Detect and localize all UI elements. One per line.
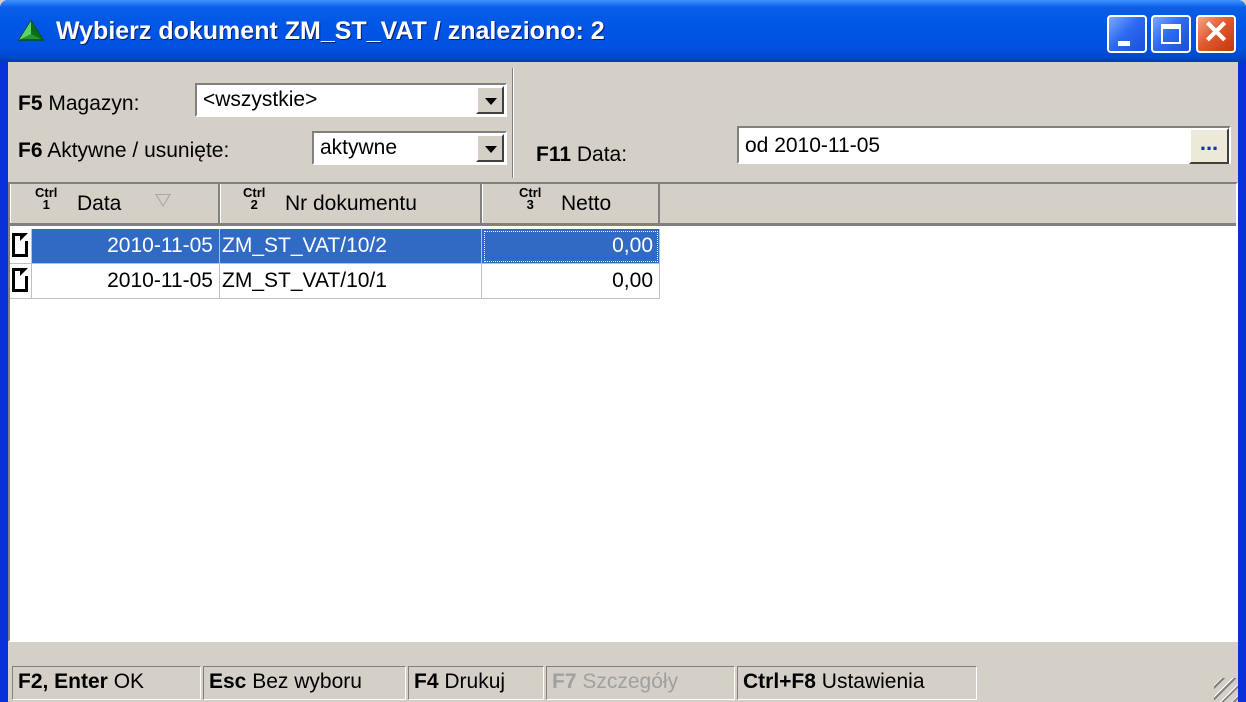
aktywne-shortcut: F6 [18, 139, 43, 162]
column-shortcut-2: Ctrl 2 [243, 185, 266, 212]
close-button[interactable]: ✕ [1196, 14, 1236, 53]
chevron-down-icon [485, 146, 497, 153]
aktywne-dropdown-button[interactable] [476, 134, 504, 162]
document-icon [12, 268, 28, 292]
magazyn-label-text: Magazyn: [48, 92, 140, 115]
cell-date[interactable]: 2010-11-05 [32, 229, 220, 264]
aktywne-label: F6 Aktywne / usunięte: [18, 138, 229, 164]
maximize-button[interactable] [1151, 15, 1191, 53]
column-label-number: Nr dokumentu [285, 192, 417, 215]
ok-shortcut-button[interactable]: F2, Enter OK [12, 666, 201, 700]
client-area: F5 Magazyn: <wszystkie> F6 Aktywne / usu… [8, 62, 1238, 702]
date-range-field[interactable]: od 2010-11-05 [737, 126, 1231, 164]
status-bar: F2, Enter OK Esc Bez wyboru F4 Drukuj F7… [8, 664, 1238, 702]
aktywne-value: aktywne [320, 136, 398, 159]
magazyn-shortcut: F5 [18, 92, 43, 115]
cell-number[interactable]: ZM_ST_VAT/10/2 [220, 229, 482, 264]
magazyn-combo[interactable]: <wszystkie> [195, 83, 507, 117]
filter-divider [512, 68, 514, 178]
settings-shortcut-button[interactable]: Ctrl+F8 Ustawienia [737, 666, 977, 700]
chevron-down-icon [485, 98, 497, 105]
magazyn-dropdown-button[interactable] [476, 86, 504, 114]
documents-grid[interactable]: Ctrl 1 Data Ctrl 2 Nr dokumentu Ctrl 3 Nett… [8, 182, 1238, 642]
row-icon-cell [10, 264, 32, 299]
data-label: F11 Data: [536, 142, 627, 168]
document-icon [12, 233, 28, 257]
dialog-window: Wybierz dokument ZM_ST_VAT / znaleziono:… [0, 0, 1246, 702]
resize-grip-icon[interactable] [1214, 678, 1238, 702]
table-row[interactable]: 2010-11-05 ZM_ST_VAT/10/1 0,00 [10, 264, 660, 299]
no-selection-shortcut-button[interactable]: Esc Bez wyboru [203, 666, 406, 700]
row-icon-cell [10, 229, 32, 264]
column-header-number[interactable]: Ctrl 2 Nr dokumentu [220, 184, 482, 223]
close-icon: ✕ [1202, 14, 1230, 50]
title-bar[interactable]: Wybierz dokument ZM_ST_VAT / znaleziono:… [0, 0, 1246, 62]
column-shortcut-3: Ctrl 3 [519, 185, 542, 212]
table-row[interactable]: 2010-11-05 ZM_ST_VAT/10/2 0,00 [10, 229, 660, 264]
cell-date[interactable]: 2010-11-05 [32, 264, 220, 299]
green-pyramid-icon [18, 20, 44, 41]
minimize-icon [1118, 41, 1130, 46]
grid-header: Ctrl 1 Data Ctrl 2 Nr dokumentu Ctrl 3 Nett… [10, 184, 1236, 226]
filter-panel: F5 Magazyn: <wszystkie> F6 Aktywne / usu… [8, 62, 1238, 182]
date-picker-button[interactable]: ... [1189, 128, 1229, 164]
sort-descending-icon [155, 194, 171, 207]
minimize-button[interactable] [1107, 15, 1147, 53]
print-shortcut-button[interactable]: F4 Drukuj [408, 666, 544, 700]
details-shortcut-button: F7 Szczegóły [546, 666, 735, 700]
column-label-data: Data [77, 192, 122, 215]
cell-number[interactable]: ZM_ST_VAT/10/1 [220, 264, 482, 299]
column-header-netto[interactable]: Ctrl 3 Netto [482, 184, 660, 223]
cell-netto[interactable]: 0,00 [482, 264, 660, 299]
maximize-icon [1161, 24, 1181, 44]
data-shortcut: F11 [536, 143, 572, 166]
aktywne-label-text: Aktywne / usunięte: [47, 139, 230, 162]
magazyn-label: F5 Magazyn: [18, 91, 139, 117]
aktywne-combo[interactable]: aktywne [312, 131, 507, 165]
window-title: Wybierz dokument ZM_ST_VAT / znaleziono:… [56, 17, 605, 45]
date-range-value: od 2010-11-05 [745, 134, 881, 157]
cell-netto[interactable]: 0,00 [482, 229, 660, 264]
data-label-text: Data: [576, 143, 628, 166]
column-header-data[interactable]: Ctrl 1 Data [10, 184, 220, 223]
column-label-netto: Netto [561, 192, 612, 215]
magazyn-value: <wszystkie> [203, 88, 318, 111]
column-shortcut-1: Ctrl 1 [35, 185, 58, 212]
